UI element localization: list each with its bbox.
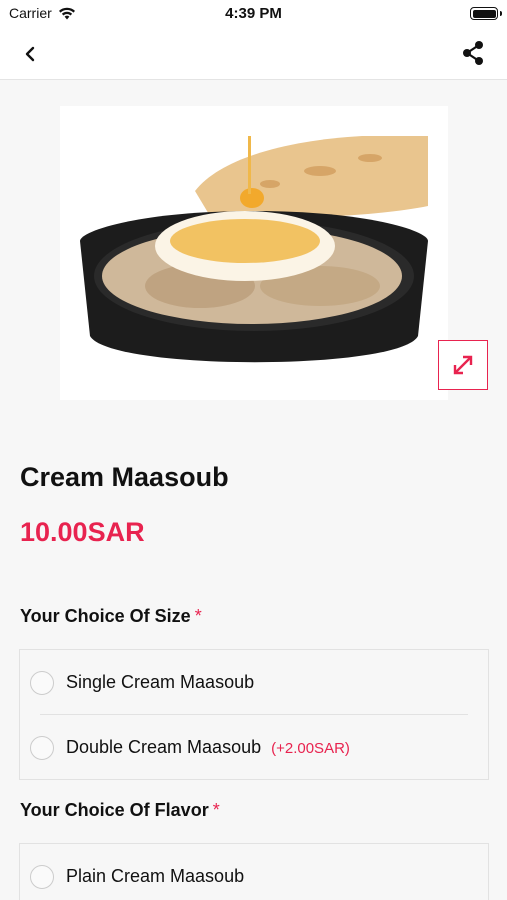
size-options: Single Cream Maasoub Double Cream Maasou… xyxy=(19,649,489,780)
radio-button[interactable] xyxy=(30,735,54,760)
required-marker: * xyxy=(212,800,220,820)
nav-bar xyxy=(0,28,507,80)
flavor-section-label: Your Choice Of Flavor xyxy=(20,800,209,820)
option-label: Double Cream Maasoub (+2.00SAR) xyxy=(66,737,350,758)
option-name: Plain Cream Maasoub xyxy=(66,866,245,886)
product-image xyxy=(80,136,428,376)
expand-image-button[interactable] xyxy=(438,340,488,390)
required-marker: * xyxy=(194,606,202,626)
option-name: Double Cream Maasoub xyxy=(66,737,262,757)
battery-icon xyxy=(470,7,502,20)
flavor-section-title: Your Choice Of Flavor * xyxy=(20,800,220,821)
product-image-area xyxy=(60,106,448,400)
share-button[interactable] xyxy=(459,39,487,67)
size-section-title: Your Choice Of Size * xyxy=(20,606,202,627)
option-label: Single Cream Maasoub xyxy=(66,672,254,693)
radio-button[interactable] xyxy=(30,670,54,695)
size-option-single[interactable]: Single Cream Maasoub xyxy=(20,650,488,715)
option-extra-price: (+2.00SAR) xyxy=(271,740,350,757)
option-name: Single Cream Maasoub xyxy=(66,672,255,692)
product-name: Cream Maasoub xyxy=(20,462,229,492)
status-bar: Carrier 4:39 PM xyxy=(0,0,507,28)
chevron-left-icon xyxy=(25,46,35,62)
option-label: Plain Cream Maasoub xyxy=(66,866,244,887)
radio-button[interactable] xyxy=(30,864,54,889)
status-time: 4:39 PM xyxy=(225,5,282,22)
product-price: 10.00SAR xyxy=(20,517,145,547)
size-option-double[interactable]: Double Cream Maasoub (+2.00SAR) xyxy=(20,715,488,780)
expand-icon xyxy=(453,355,473,375)
size-section-label: Your Choice Of Size xyxy=(20,606,191,626)
back-button[interactable] xyxy=(16,40,44,68)
flavor-option-plain[interactable]: Plain Cream Maasoub xyxy=(20,844,488,900)
share-icon xyxy=(463,41,483,65)
flavor-options: Plain Cream Maasoub xyxy=(19,843,489,900)
